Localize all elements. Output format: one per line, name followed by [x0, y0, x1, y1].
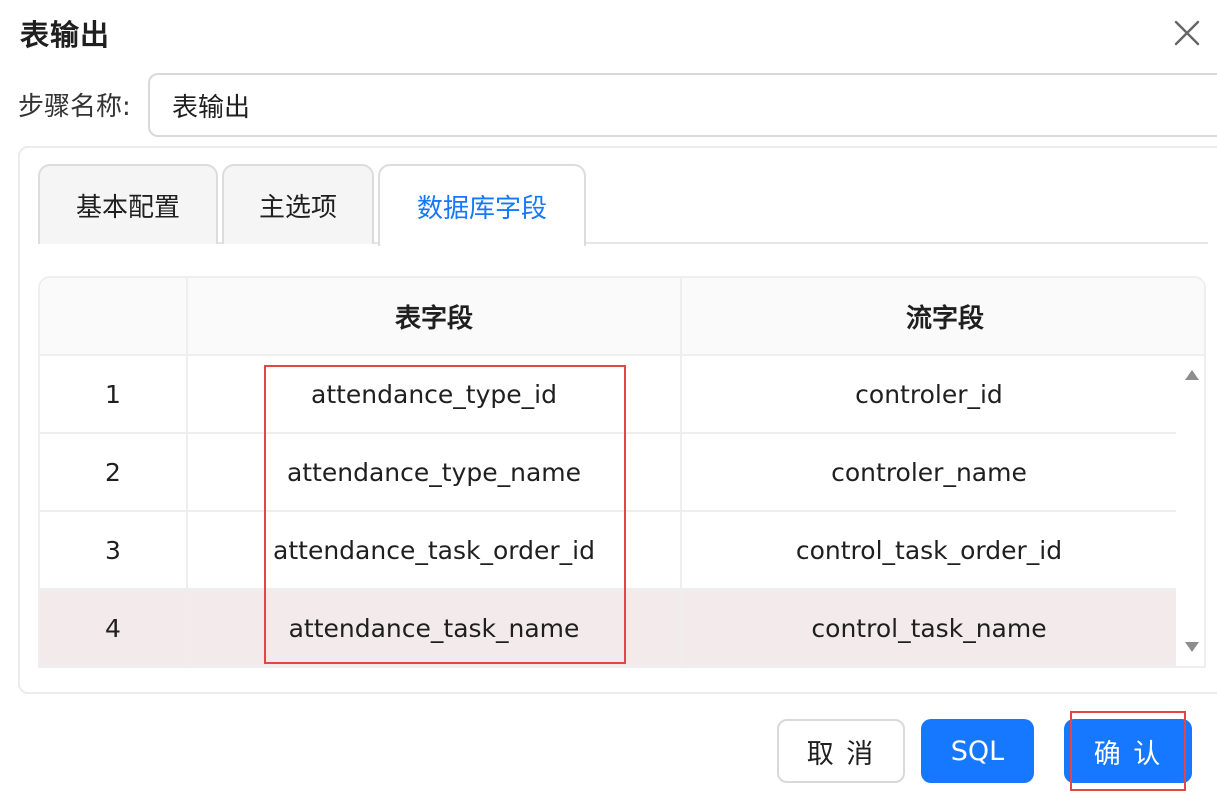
table-field-cell[interactable]: attendance_type_id [188, 356, 682, 432]
stream-field-cell[interactable]: control_task_order_id [682, 512, 1176, 588]
step-name-label: 步骤名称: [18, 92, 131, 122]
header-stream-field: 流字段 [905, 303, 984, 334]
field-mapping-table: 表字段 流字段 1 attendance_type_id controler_i… [38, 276, 1206, 668]
tab-database-fields[interactable]: 数据库字段 [378, 164, 586, 246]
stream-field-cell[interactable]: controler_name [682, 434, 1176, 510]
header-table-field: 表字段 [188, 278, 682, 354]
scroll-up-icon[interactable] [1184, 368, 1200, 382]
stream-field-cell[interactable]: control_task_name [682, 590, 1176, 666]
table-row[interactable]: 1 attendance_type_id controler_id [40, 356, 1176, 434]
close-icon [1174, 20, 1200, 46]
scroll-down-icon[interactable] [1184, 640, 1200, 654]
table-field-cell[interactable]: attendance_type_name [188, 434, 682, 510]
table-row[interactable]: 4 attendance_task_name control_task_name [40, 590, 1176, 666]
table-row[interactable]: 2 attendance_type_name controler_name [40, 434, 1176, 512]
table-scrollbar[interactable] [1176, 356, 1204, 666]
row-index: 4 [40, 590, 188, 666]
table-body: 1 attendance_type_id controler_id 2 atte… [40, 356, 1176, 666]
config-panel: 基本配置 主选项 数据库字段 表字段 流字段 1 attendance_type… [18, 146, 1217, 694]
table-row[interactable]: 3 attendance_task_order_id control_task_… [40, 512, 1176, 590]
step-name-input[interactable] [148, 73, 1217, 137]
confirm-button[interactable]: 确 认 [1064, 719, 1192, 783]
row-index: 2 [40, 434, 188, 510]
close-button[interactable] [1170, 16, 1204, 50]
table-field-cell[interactable]: attendance_task_name [188, 590, 682, 666]
tab-basic-config[interactable]: 基本配置 [38, 164, 218, 244]
tab-bar: 基本配置 主选项 数据库字段 [38, 164, 1208, 246]
dialog-title: 表输出 [20, 18, 111, 52]
sql-button[interactable]: SQL [921, 719, 1034, 783]
table-field-cell[interactable]: attendance_task_order_id [188, 512, 682, 588]
table-output-dialog: 表输出 步骤名称: 基本配置 主选项 数据库字段 表字段 流字段 1 atten… [0, 0, 1217, 801]
stream-field-cell[interactable]: controler_id [682, 356, 1176, 432]
row-index: 1 [40, 356, 188, 432]
table-header: 表字段 流字段 [40, 278, 1204, 356]
tab-main-options[interactable]: 主选项 [222, 164, 374, 244]
row-index: 3 [40, 512, 188, 588]
header-index [40, 278, 188, 354]
cancel-button[interactable]: 取 消 [777, 719, 905, 783]
